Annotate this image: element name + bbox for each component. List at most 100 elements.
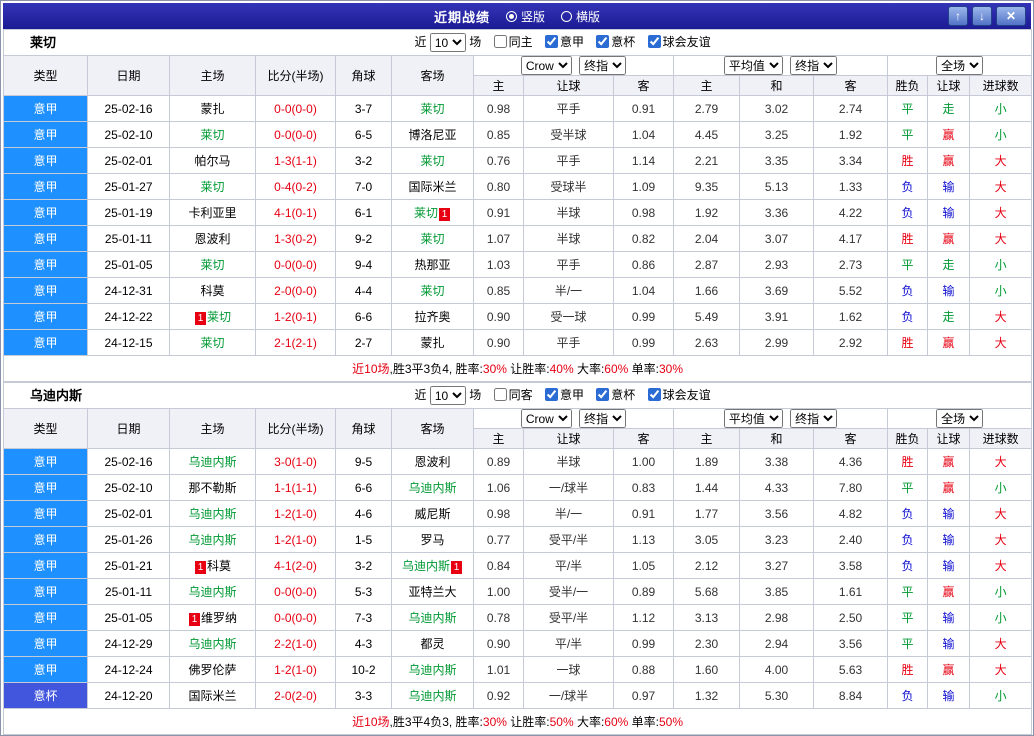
team-link[interactable]: 蒙扎 [200,102,224,116]
team-link[interactable]: 热那亚 [414,258,450,272]
score-cell[interactable]: 0-4(0-2) [255,173,336,200]
away-team-cell[interactable]: 乌迪内斯 [391,604,474,631]
away-team-cell[interactable]: 乌迪内斯 [391,682,474,709]
away-team-cell[interactable]: 乌迪内斯 [391,656,474,683]
team-link[interactable]: 乌迪内斯 [188,533,236,547]
average-select[interactable]: 平均值 [723,409,783,428]
away-team-cell[interactable]: 都灵 [391,630,474,657]
team-link[interactable]: 乌迪内斯 [408,481,456,495]
team-link[interactable]: 国际米兰 [188,689,236,703]
same-venue-filter[interactable]: 同客 [485,388,533,402]
league-filter-friendly[interactable]: 球会友谊 [639,35,711,49]
team-link[interactable]: 乌迪内斯 [408,689,456,703]
team-link[interactable]: 乌迪内斯 [402,559,450,573]
away-team-cell[interactable]: 乌迪内斯 [391,474,474,501]
home-team-cell[interactable]: 恩波利 [169,225,256,252]
friendly-checkbox[interactable] [647,35,661,48]
team-link[interactable]: 博洛尼亚 [408,128,456,142]
team-link[interactable]: 国际米兰 [408,180,456,194]
score-cell[interactable]: 2-2(1-0) [255,630,336,657]
score-cell[interactable]: 1-2(1-0) [255,500,336,527]
team-link[interactable]: 莱切 [200,180,224,194]
away-team-cell[interactable]: 亚特兰大 [391,578,474,605]
team-link[interactable]: 威尼斯 [414,507,450,521]
layout-radio-horizontal[interactable]: 横版 [561,8,600,25]
same-venue-checkbox[interactable] [493,388,507,401]
home-team-cell[interactable]: 1 维罗纳 [169,604,256,631]
team-link[interactable]: 乌迪内斯 [188,585,236,599]
home-team-cell[interactable]: 蒙扎 [169,95,256,122]
score-cell[interactable]: 0-0(0-0) [255,604,336,631]
home-team-cell[interactable]: 莱切 [169,121,256,148]
away-team-cell[interactable]: 博洛尼亚 [391,121,474,148]
away-team-cell[interactable]: 莱切 [391,277,474,304]
team-link[interactable]: 乌迪内斯 [188,637,236,651]
final-odds-select-2[interactable]: 终指 [790,409,838,428]
score-cell[interactable]: 1-2(1-0) [255,526,336,553]
scope-select[interactable]: 全场 [936,409,984,428]
score-cell[interactable]: 0-0(0-0) [255,95,336,122]
score-cell[interactable]: 4-1(0-1) [255,199,336,226]
bookmaker-select[interactable]: Crow [520,56,572,75]
league-filter-serie-a[interactable]: 意甲 [536,388,584,402]
away-team-cell[interactable]: 莱切 [391,225,474,252]
away-team-cell[interactable]: 莱切 [391,95,474,122]
final-odds-select[interactable]: 终指 [579,409,627,428]
cup-checkbox[interactable] [596,388,610,401]
team-link[interactable]: 恩波利 [414,455,450,469]
home-team-cell[interactable]: 乌迪内斯 [169,526,256,553]
score-cell[interactable]: 4-1(2-0) [255,552,336,579]
average-select[interactable]: 平均值 [723,56,783,75]
team-link[interactable]: 亚特兰大 [408,585,456,599]
score-cell[interactable]: 2-0(2-0) [255,682,336,709]
same-venue-checkbox[interactable] [493,35,507,48]
team-link[interactable]: 莱切 [207,310,231,324]
away-team-cell[interactable]: 莱切 [391,147,474,174]
scroll-up-button[interactable]: ↑ [948,6,968,26]
score-cell[interactable]: 0-0(0-0) [255,121,336,148]
team-link[interactable]: 那不勒斯 [188,481,236,495]
away-team-cell[interactable]: 拉齐奥 [391,303,474,330]
team-link[interactable]: 维罗纳 [201,611,237,625]
team-link[interactable]: 莱切 [420,232,444,246]
team-link[interactable]: 罗马 [420,533,444,547]
team-link[interactable]: 都灵 [420,637,444,651]
away-team-cell[interactable]: 罗马 [391,526,474,553]
home-team-cell[interactable]: 莱切 [169,173,256,200]
home-team-cell[interactable]: 那不勒斯 [169,474,256,501]
team-link[interactable]: 恩波利 [194,232,230,246]
home-team-cell[interactable]: 乌迪内斯 [169,500,256,527]
layout-radio-vertical[interactable]: 竖版 [505,8,545,25]
league-filter-serie-a[interactable]: 意甲 [536,35,584,49]
home-team-cell[interactable]: 帕尔马 [169,147,256,174]
team-link[interactable]: 莱切 [420,284,444,298]
home-team-cell[interactable]: 科莫 [169,277,256,304]
team-link[interactable]: 莱切 [420,154,444,168]
home-team-cell[interactable]: 1 莱切 [169,303,256,330]
team-link[interactable]: 莱切 [200,336,224,350]
score-cell[interactable]: 1-3(1-1) [255,147,336,174]
score-cell[interactable]: 1-3(0-2) [255,225,336,252]
score-cell[interactable]: 2-1(2-1) [255,329,336,356]
team-link[interactable]: 乌迪内斯 [188,507,236,521]
team-link[interactable]: 佛罗伦萨 [188,663,236,677]
league-filter-cup[interactable]: 意杯 [587,35,635,49]
score-cell[interactable]: 1-2(1-0) [255,656,336,683]
friendly-checkbox[interactable] [647,388,661,401]
serie-a-checkbox[interactable] [544,35,558,48]
team-link[interactable]: 乌迪内斯 [408,663,456,677]
home-team-cell[interactable]: 莱切 [169,251,256,278]
score-cell[interactable]: 2-0(0-0) [255,277,336,304]
home-team-cell[interactable]: 国际米兰 [169,682,256,709]
final-odds-select-2[interactable]: 终指 [790,56,838,75]
team-link[interactable]: 莱切 [420,102,444,116]
team-link[interactable]: 乌迪内斯 [408,611,456,625]
team-link[interactable]: 帕尔马 [194,154,230,168]
home-team-cell[interactable]: 佛罗伦萨 [169,656,256,683]
scroll-down-button[interactable]: ↓ [972,6,992,26]
away-team-cell[interactable]: 恩波利 [391,448,474,475]
score-cell[interactable]: 0-0(0-0) [255,578,336,605]
score-cell[interactable]: 3-0(1-0) [255,448,336,475]
home-team-cell[interactable]: 乌迪内斯 [169,448,256,475]
home-team-cell[interactable]: 乌迪内斯 [169,630,256,657]
